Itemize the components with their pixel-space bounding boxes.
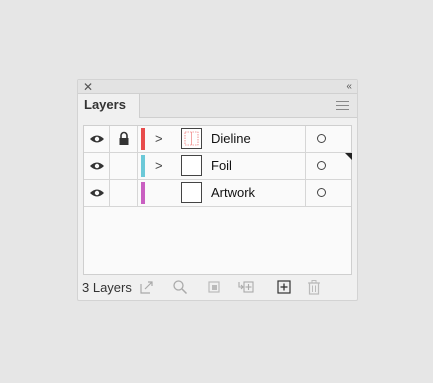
- lock-toggle[interactable]: [110, 126, 138, 152]
- layer-name[interactable]: Artwork: [211, 185, 255, 201]
- export-icon[interactable]: [139, 279, 155, 295]
- layer-row-foil[interactable]: > Foil: [84, 153, 352, 180]
- close-icon[interactable]: ✕: [83, 80, 93, 94]
- layers-list: > Dieline > Foil Artwork: [83, 125, 352, 275]
- eye-icon: [90, 189, 104, 197]
- layer-name[interactable]: Foil: [211, 158, 232, 174]
- blank-thumbnail: [181, 182, 202, 203]
- lock-toggle[interactable]: [110, 180, 138, 206]
- layer-row-artwork[interactable]: Artwork: [84, 180, 351, 207]
- layer-color-bar: [141, 182, 145, 204]
- search-icon[interactable]: [172, 279, 188, 295]
- target-column: [305, 180, 352, 206]
- selected-layer-indicator-icon: [345, 153, 352, 160]
- dieline-thumbnail: [181, 128, 202, 149]
- expand-chevron-icon[interactable]: >: [155, 131, 163, 146]
- panel-titlebar: ✕ ‹‹: [78, 80, 357, 94]
- new-layer-icon[interactable]: [276, 279, 292, 295]
- new-sublayer-icon[interactable]: [238, 279, 254, 295]
- tab-layers[interactable]: Layers: [78, 94, 140, 118]
- target-circle-icon[interactable]: [317, 188, 326, 197]
- visibility-toggle[interactable]: [84, 126, 110, 152]
- eye-icon: [90, 162, 104, 170]
- panel-tabbar: Layers: [78, 94, 357, 118]
- layer-row-dieline[interactable]: > Dieline: [84, 126, 351, 153]
- eye-icon: [90, 135, 104, 143]
- target-circle-icon[interactable]: [317, 161, 326, 170]
- dieline-preview-icon: [184, 131, 199, 146]
- layer-color-bar: [141, 155, 145, 177]
- lock-toggle[interactable]: [110, 153, 138, 179]
- target-column: [305, 126, 352, 152]
- trash-icon[interactable]: [306, 279, 322, 295]
- layer-name[interactable]: Dieline: [211, 131, 251, 147]
- target-column: [305, 153, 352, 179]
- layers-panel: ✕ ‹‹ Layers > Dieline > Foil Artwork 3 L…: [77, 79, 358, 301]
- layer-count-label: 3 Layers: [82, 280, 132, 295]
- collapse-panel-icon[interactable]: ‹‹: [346, 80, 352, 93]
- layer-color-bar: [141, 128, 145, 150]
- visibility-toggle[interactable]: [84, 180, 110, 206]
- blank-thumbnail: [181, 155, 202, 176]
- panel-footer: 3 Layers: [78, 278, 357, 300]
- clipping-mask-icon[interactable]: [206, 279, 222, 295]
- hamburger-menu-icon[interactable]: [336, 101, 349, 111]
- tab-layers-label: Layers: [84, 97, 126, 112]
- visibility-toggle[interactable]: [84, 153, 110, 179]
- lock-icon: [119, 131, 129, 145]
- expand-chevron-icon[interactable]: >: [155, 158, 163, 173]
- target-circle-icon[interactable]: [317, 134, 326, 143]
